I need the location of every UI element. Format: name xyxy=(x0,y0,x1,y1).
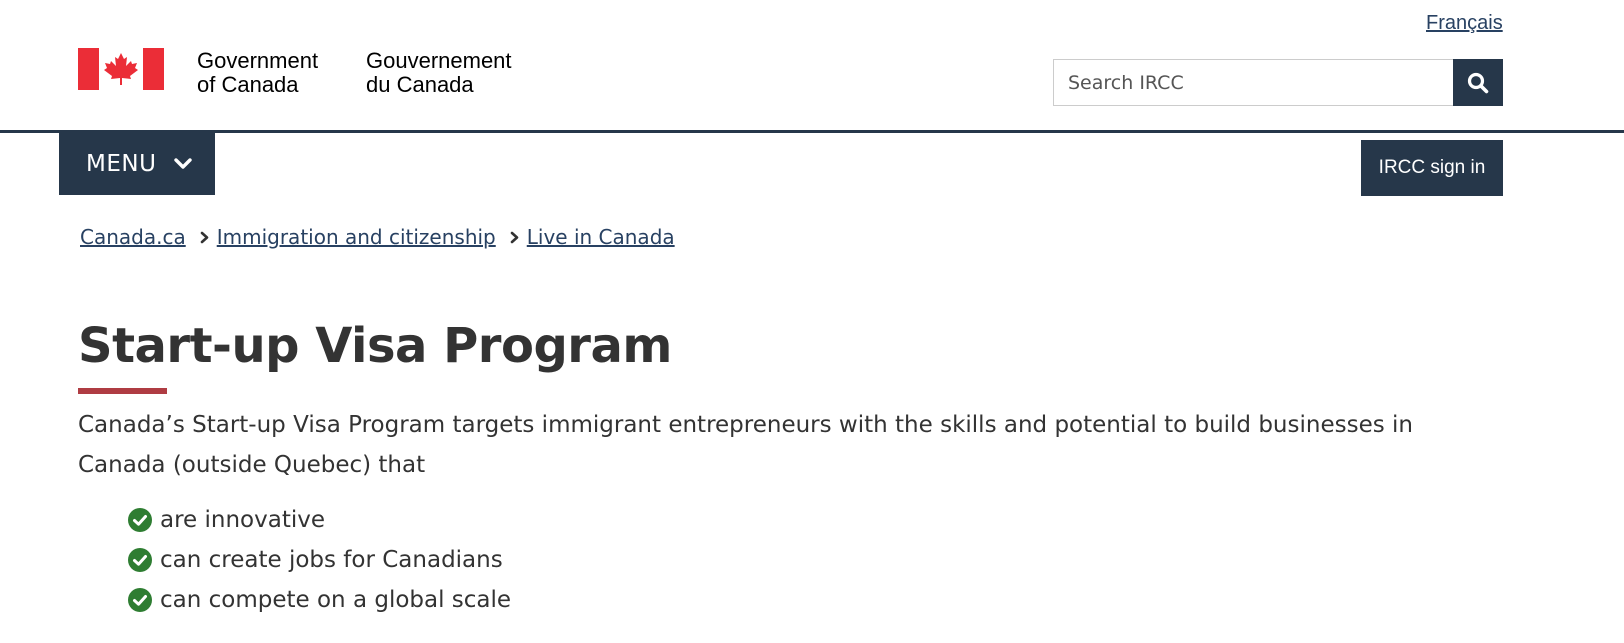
government-logo xyxy=(78,48,164,92)
list-item: can create jobs for Canadians xyxy=(128,540,511,580)
brand-french: Gouvernement du Canada xyxy=(366,49,512,97)
check-circle-icon xyxy=(128,588,152,612)
brand-english: Government of Canada xyxy=(197,49,318,97)
search-input[interactable] xyxy=(1053,59,1453,106)
list-item-text: can compete on a global scale xyxy=(160,587,512,613)
search-form xyxy=(1053,59,1503,106)
chevron-down-icon xyxy=(174,158,193,170)
canada-flag-icon xyxy=(78,48,164,90)
brand-english-line1: Government xyxy=(197,48,319,73)
search-icon xyxy=(1467,72,1489,93)
list-item-text: can create jobs for Canadians xyxy=(160,547,503,573)
header-divider xyxy=(0,130,1624,133)
brand-english-line2: of Canada xyxy=(197,72,299,97)
title-accent-bar xyxy=(78,388,167,394)
menu-button[interactable]: MENU xyxy=(59,133,215,195)
check-circle-icon xyxy=(128,508,152,532)
brand-french-line1: Gouvernement xyxy=(366,48,512,73)
chevron-right-icon xyxy=(200,231,209,244)
list-item: are innovative xyxy=(128,500,511,540)
search-button[interactable] xyxy=(1453,59,1503,106)
menu-label: MENU xyxy=(86,151,157,177)
breadcrumb-link-live-in-canada[interactable]: Live in Canada xyxy=(527,225,675,249)
language-toggle-link[interactable]: Français xyxy=(1426,12,1503,35)
breadcrumb: Canada.ca Immigration and citizenship Li… xyxy=(80,225,675,249)
intro-paragraph: Canada’s Start-up Visa Program targets i… xyxy=(78,412,1413,478)
criteria-list: are innovative can create jobs for Canad… xyxy=(128,500,511,620)
breadcrumb-link-canada[interactable]: Canada.ca xyxy=(80,225,186,249)
ircc-signin-button[interactable]: IRCC sign in xyxy=(1361,140,1503,196)
breadcrumb-link-immigration[interactable]: Immigration and citizenship xyxy=(217,225,496,249)
brand-french-line2: du Canada xyxy=(366,72,474,97)
check-circle-icon xyxy=(128,548,152,572)
list-item-text: are innovative xyxy=(160,507,325,533)
chevron-right-icon xyxy=(510,231,519,244)
page-title: Start-up Visa Program xyxy=(78,318,672,374)
list-item: can compete on a global scale xyxy=(128,580,511,620)
